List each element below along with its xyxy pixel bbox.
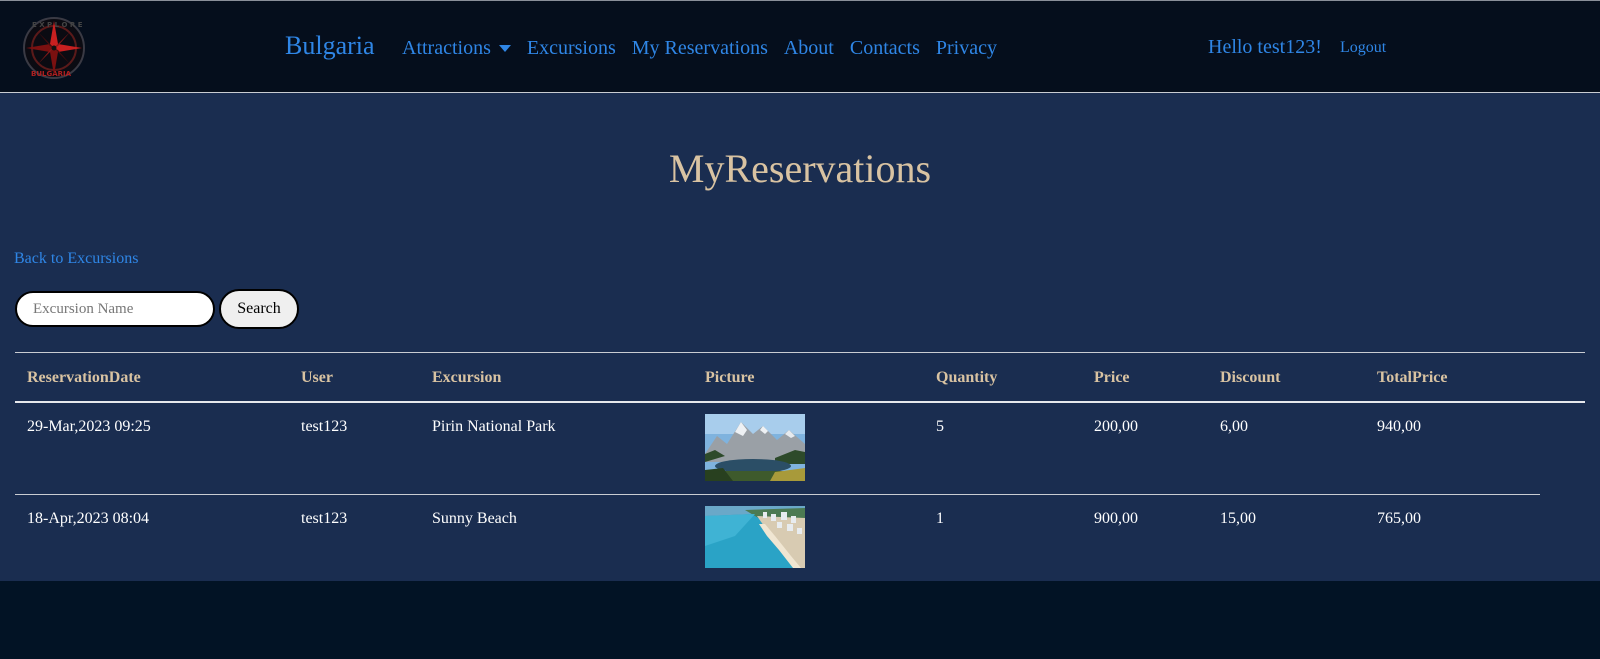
nav-about[interactable]: About [784,37,834,60]
page-title: MyReservations [668,146,932,191]
sunny-beach-image [705,506,805,568]
user-greeting[interactable]: Hello test123! [1208,36,1322,59]
nav-links: Attractions Excursions My Reservations A… [402,37,997,60]
svg-text:BULGARIA: BULGARIA [31,70,72,78]
cell-quantity: 5 [936,418,944,435]
cell-total-price: 940,00 [1377,418,1421,435]
cell-price: 900,00 [1094,510,1138,527]
cell-excursion: Pirin National Park [432,418,556,435]
table-row-divider [15,494,1540,495]
nav-attractions-label: Attractions [402,37,491,59]
col-header-excursion: Excursion [432,369,502,386]
cell-quantity: 1 [936,510,944,527]
cell-reservation-date: 29-Mar,2023 09:25 [27,418,151,435]
caret-down-icon [498,45,511,52]
col-header-user: User [301,369,333,386]
col-header-price: Price [1094,369,1130,386]
col-header-reservation-date: ReservationDate [27,369,141,386]
cell-excursion: Sunny Beach [432,510,517,527]
table-top-divider [15,352,1585,353]
logout-button[interactable]: Logout [1340,39,1386,57]
navbar: E X P L O R E BULGARIA Bulgaria Attracti… [0,0,1600,93]
cell-reservation-date: 18-Apr,2023 08:04 [27,510,150,527]
nav-contacts[interactable]: Contacts [850,37,920,60]
svg-text:E X P L O R E: E X P L O R E [32,21,83,29]
cell-price: 200,00 [1094,418,1138,435]
col-header-total-price: TotalPrice [1377,369,1448,386]
table-header-divider [15,401,1585,403]
main-content: MyReservations Back to Excursions Search… [0,93,1600,581]
nav-privacy[interactable]: Privacy [936,37,997,60]
cell-total-price: 765,00 [1377,510,1421,527]
col-header-discount: Discount [1220,369,1281,386]
compass-logo-icon[interactable]: E X P L O R E BULGARIA [18,15,90,81]
brand-link[interactable]: Bulgaria [285,31,375,61]
nav-my-reservations[interactable]: My Reservations [632,37,768,60]
col-header-picture: Picture [705,369,755,386]
cell-user: test123 [301,510,348,527]
cell-discount: 15,00 [1220,510,1256,527]
search-button[interactable]: Search [219,289,299,329]
back-to-excursions-link[interactable]: Back to Excursions [14,250,138,268]
nav-attractions-dropdown[interactable]: Attractions [402,37,511,60]
cell-discount: 6,00 [1220,418,1248,435]
cell-user: test123 [301,418,348,435]
pirin-mountain-lake-image [705,414,805,481]
nav-excursions[interactable]: Excursions [527,37,616,60]
excursion-search-input[interactable] [15,291,215,327]
col-header-quantity: Quantity [936,369,998,386]
